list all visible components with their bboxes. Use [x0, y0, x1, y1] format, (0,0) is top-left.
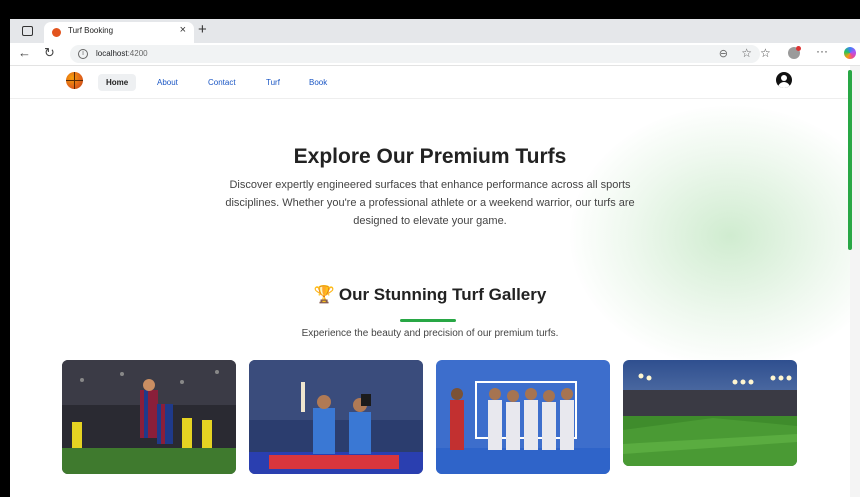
basketball-logo-icon[interactable]	[66, 72, 83, 89]
profile-badge-icon	[796, 46, 801, 51]
favorite-star-icon[interactable]: ☆	[741, 46, 752, 60]
address-bar[interactable]: i localhost:4200 ⊖ ☆	[70, 45, 760, 63]
browser-tab[interactable]: Turf Booking ×	[44, 22, 194, 43]
copilot-icon[interactable]	[844, 47, 856, 59]
url-port: :4200	[127, 49, 148, 58]
gallery-title: 🏆 Our Stunning Turf Gallery	[10, 285, 850, 305]
tab-favicon-icon	[52, 28, 61, 37]
browser-tab-strip: Turf Booking × +	[10, 19, 860, 43]
url-host: localhost	[96, 49, 128, 58]
page-viewport: Home About Contact Turf Book Explore Our…	[10, 66, 850, 497]
more-options-icon[interactable]: ···	[816, 44, 828, 58]
trophy-icon: 🏆	[313, 285, 335, 304]
site-info-icon[interactable]: i	[78, 49, 88, 59]
gallery-title-text: Our Stunning Turf Gallery	[338, 285, 547, 304]
nav-about[interactable]: About	[149, 74, 186, 91]
gallery-image-hockey[interactable]	[436, 360, 610, 474]
tab-title: Turf Booking	[68, 26, 114, 35]
site-navbar: Home About Contact Turf Book	[10, 66, 850, 99]
scrollbar-thumb[interactable]	[848, 70, 852, 250]
new-tab-icon[interactable]: +	[198, 21, 207, 38]
back-icon[interactable]: ←	[18, 45, 31, 60]
tab-close-icon[interactable]: ×	[180, 24, 186, 36]
gallery-image-football[interactable]	[62, 360, 236, 474]
reload-icon[interactable]: ↻	[44, 45, 55, 61]
hero-description: Discover expertly engineered surfaces th…	[225, 179, 635, 227]
window-menu-icon[interactable]	[22, 26, 33, 36]
gallery-image-stadium[interactable]	[623, 360, 797, 466]
gallery-image-cricket[interactable]	[249, 360, 423, 474]
screen-top-bar	[0, 0, 860, 19]
user-account-icon[interactable]	[776, 72, 792, 88]
page-action-icon[interactable]: ⊖	[719, 47, 728, 60]
hero-title: Explore Our Premium Turfs	[293, 145, 567, 168]
gallery-subtitle: Experience the beauty and precision of o…	[301, 328, 559, 339]
favorites-icon[interactable]: ☆	[760, 46, 771, 60]
nav-contact[interactable]: Contact	[200, 74, 244, 91]
nav-book[interactable]: Book	[301, 74, 335, 91]
gallery-divider	[400, 319, 456, 322]
nav-turf[interactable]: Turf	[258, 74, 288, 91]
nav-home[interactable]: Home	[98, 74, 137, 91]
browser-toolbar: ← ↻ i localhost:4200 ⊖ ☆ ☆ ···	[10, 43, 860, 66]
url-text[interactable]: localhost:4200	[96, 49, 148, 58]
